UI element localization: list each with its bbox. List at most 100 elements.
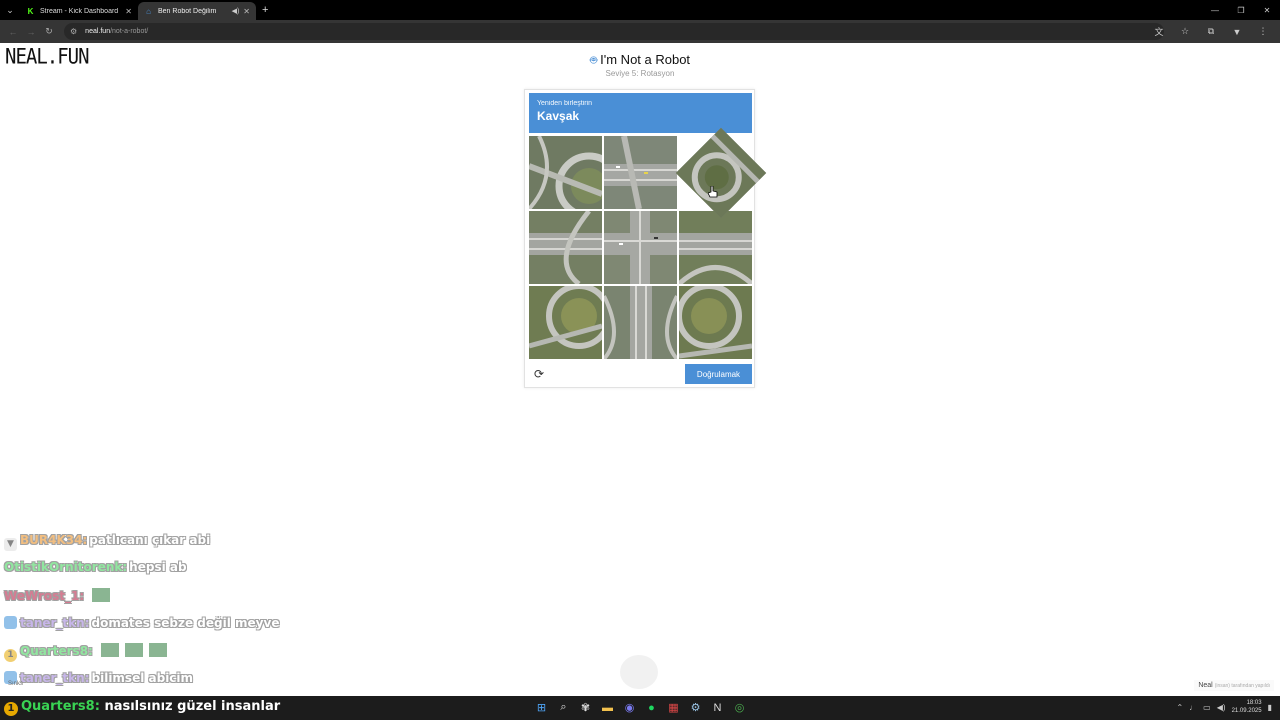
- taskbar-apps: ⊞ ⌕ ✾ ▬ ◉ ● ▦ ⚙ N ◎: [533, 699, 748, 716]
- credit-name: Neal: [1198, 682, 1213, 689]
- brave-shield-icon[interactable]: ▼: [1228, 23, 1246, 40]
- robot-icon: 🤖︎: [589, 53, 598, 67]
- speaker-icon[interactable]: ◀): [232, 7, 240, 15]
- clock-date: 21.09.2025: [1231, 708, 1262, 714]
- frog-emote-icon: [124, 643, 143, 657]
- chat-message-latest: 1 Quarters8: nasılsınız güzel insanlar: [4, 699, 280, 716]
- windows-start-icon[interactable]: ⊞: [533, 699, 550, 716]
- cube-icon: [4, 616, 17, 629]
- address-bar[interactable]: ⚙ neal.fun/not-a-robot/: [64, 23, 1164, 40]
- tile-2[interactable]: [604, 136, 677, 209]
- search-icon[interactable]: ⌕: [555, 699, 572, 716]
- clock[interactable]: 18:03 21.09.2025: [1232, 699, 1262, 715]
- forward-icon[interactable]: →: [22, 23, 40, 41]
- hand-cursor-icon: [708, 186, 718, 198]
- extensions-icon[interactable]: ⧉: [1202, 23, 1220, 40]
- notification-icon[interactable]: ▮: [1268, 703, 1272, 712]
- tile-8[interactable]: [604, 286, 677, 359]
- microphone-icon[interactable]: ♩: [1189, 703, 1197, 712]
- verify-button[interactable]: Doğrulamak: [685, 364, 752, 384]
- frog-emote-icon: [148, 643, 167, 657]
- chat-username: WeWrost_1:: [4, 589, 85, 603]
- close-window-icon[interactable]: ✕: [1254, 0, 1280, 20]
- chat-username: Quarters8:: [21, 699, 100, 714]
- window-controls: — ❐ ✕: [1202, 0, 1280, 20]
- chat-message: taner_tkn: domates sebze değil meyve: [4, 616, 279, 630]
- tile-4[interactable]: [529, 211, 602, 284]
- made-by-credit[interactable]: Neal (insan) tarafından yapıldı: [1194, 680, 1274, 691]
- system-tray: ⌃ ♩ ▭ ◀) 18:03 21.09.2025 ▮: [1176, 699, 1272, 715]
- chat-message: ▼ BUR4K34: patlıcanı çıkar abi: [4, 533, 210, 551]
- url-path: /not-a-robot/: [110, 28, 149, 35]
- volume-icon[interactable]: ◀): [1217, 703, 1226, 712]
- tab-close-icon[interactable]: ✕: [243, 7, 250, 16]
- url-host: neal.fun: [85, 28, 111, 35]
- robot-favicon-icon: ⌂: [146, 6, 151, 16]
- toolbar-actions: 文 ☆ ⧉ ▼ ⋮: [1150, 23, 1272, 40]
- file-explorer-icon[interactable]: ▬: [599, 699, 616, 716]
- steam-icon[interactable]: ⚙: [687, 699, 704, 716]
- page-title: 🤖︎ I'm Not a Robot: [0, 52, 1280, 69]
- tile-5[interactable]: [604, 211, 677, 284]
- minimize-icon[interactable]: —: [1202, 0, 1228, 20]
- new-tab-icon[interactable]: +: [262, 4, 268, 16]
- tab-title: Ben Robot Değilim: [158, 7, 217, 15]
- faded-reaction-icon: [620, 655, 658, 689]
- chat-message: taner_tkn: bilimsel abicim: [4, 671, 193, 685]
- captcha-target: Kavşak: [537, 109, 580, 123]
- chat-username: taner_tkn:: [20, 671, 90, 685]
- browser-toolbar: ← → ↻ ⚙ neal.fun/not-a-robot/ 文 ☆ ⧉ ▼ ⋮: [0, 20, 1280, 43]
- tab-title: Stream - Kick Dashboard: [40, 7, 119, 15]
- discord-icon[interactable]: ◉: [621, 699, 638, 716]
- sinks-label: Sınks: [8, 681, 24, 687]
- tab-kick-dashboard[interactable]: K Stream - Kick Dashboard ✕: [20, 2, 138, 20]
- credit-sub: (insan) tarafından yapıldı: [1214, 683, 1270, 689]
- chat-text: hepsi ab: [129, 560, 187, 574]
- chat-message: OtistikOrnitorenk: hepsi ab: [4, 560, 187, 574]
- tab-close-icon[interactable]: ✕: [125, 7, 132, 16]
- widgets-icon[interactable]: ✾: [577, 699, 594, 716]
- chrome-icon[interactable]: ◎: [731, 699, 748, 716]
- tile-7[interactable]: [529, 286, 602, 359]
- refresh-icon[interactable]: ⟳: [532, 367, 546, 381]
- tab-strip: ⌄ K Stream - Kick Dashboard ✕ ⌂ Ben Robo…: [0, 0, 1280, 20]
- captcha-header: Yeniden birleştirin Kavşak: [529, 93, 752, 133]
- level-subtitle: Seviye 5: Rotasyon: [605, 69, 675, 78]
- chat-message: WeWrost_1:: [4, 588, 111, 603]
- chat-message: 1 Quarters8:: [4, 643, 167, 662]
- tile-6[interactable]: [679, 211, 752, 284]
- captcha-widget: Yeniden birleştirin Kavşak ⟳ Doğrulamak: [524, 89, 767, 388]
- chat-text: bilimsel abicim: [91, 671, 194, 685]
- tile-grid: [529, 127, 767, 359]
- chat-text: nasılsınız güzel insanlar: [104, 699, 281, 714]
- tab-search-icon[interactable]: ⌄: [0, 0, 20, 20]
- chat-username: BUR4K34:: [20, 533, 88, 547]
- tray-chevron-icon[interactable]: ⌃: [1176, 703, 1183, 712]
- chat-username: taner_tkn:: [20, 616, 90, 630]
- chat-username: Quarters8:: [20, 644, 93, 658]
- reload-icon[interactable]: ↻: [40, 23, 58, 41]
- back-icon[interactable]: ←: [4, 23, 22, 41]
- network-icon[interactable]: ▭: [1203, 703, 1211, 712]
- tile-1[interactable]: [529, 136, 602, 209]
- coin-icon: 1: [4, 649, 17, 662]
- chat-text: domates sebze değil meyve: [91, 616, 280, 630]
- tile-9[interactable]: [679, 286, 752, 359]
- chat-text: patlıcanı çıkar abi: [89, 533, 211, 547]
- menu-icon[interactable]: ⋮: [1254, 23, 1272, 40]
- kick-icon: K: [27, 6, 34, 16]
- spotify-icon[interactable]: ●: [643, 699, 660, 716]
- site-info-icon[interactable]: ⚙: [70, 27, 77, 36]
- coin-icon: 1: [4, 702, 18, 716]
- clock-time: 18:03: [1246, 700, 1262, 706]
- page-title-text: I'm Not a Robot: [600, 52, 691, 67]
- tile-3-rotated[interactable]: [675, 127, 767, 219]
- bookmark-star-icon[interactable]: ☆: [1176, 23, 1194, 40]
- notion-icon[interactable]: N: [709, 699, 726, 716]
- restore-icon[interactable]: ❐: [1228, 0, 1254, 20]
- tab-not-a-robot[interactable]: ⌂ Ben Robot Değilim ◀) ✕: [138, 2, 256, 20]
- app-red-icon[interactable]: ▦: [665, 699, 682, 716]
- captcha-instruction: Yeniden birleştirin: [537, 100, 592, 107]
- frog-emote-icon: [100, 643, 119, 657]
- translate-icon[interactable]: 文: [1150, 23, 1168, 40]
